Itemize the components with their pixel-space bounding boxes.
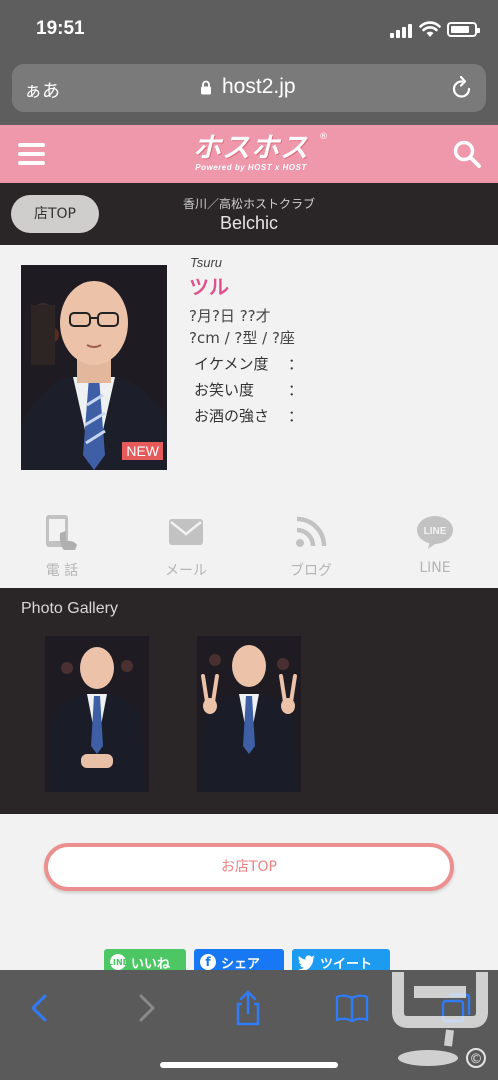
contact-phone-button[interactable]: 電 話 — [17, 510, 107, 580]
stat-sake: お酒の強さ ： — [194, 405, 303, 426]
share-icon[interactable] — [230, 990, 266, 1026]
twitter-tweet-label: ツイート — [320, 956, 373, 972]
rss-icon — [296, 516, 327, 547]
photo-gallery: Photo Gallery — [0, 588, 498, 814]
watermark-copyright: © — [470, 1052, 483, 1067]
status-time: 19:51 — [36, 18, 85, 39]
line-like-label: いいね — [131, 956, 171, 972]
phone-icon — [46, 515, 77, 550]
contact-label: 電 話 — [45, 563, 79, 579]
stat-label: お酒の強さ — [194, 407, 270, 425]
twitter-bird-icon — [298, 954, 315, 970]
facebook-share-label: シェア — [221, 956, 261, 972]
gallery-photo[interactable] — [45, 636, 149, 792]
shop-top-link-button[interactable]: お店TOP — [44, 843, 454, 891]
wifi-icon — [419, 21, 441, 37]
logo-text: ホスホス — [192, 131, 309, 164]
host-birthday-age: ?月?日 ??才 — [189, 307, 271, 325]
host-portrait — [21, 265, 167, 470]
contact-line-button[interactable]: LINE LINE — [390, 510, 480, 576]
mail-icon — [169, 519, 203, 545]
stat-ikemen: イケメン度 ： — [194, 353, 303, 374]
home-indicator — [160, 1062, 338, 1068]
stat-colon: ： — [288, 355, 304, 373]
line-icon: LINE — [417, 516, 453, 549]
reload-icon[interactable] — [450, 75, 474, 101]
host-name-roman: Tsuru — [190, 255, 223, 270]
host-body-info: ?cm / ?型 / ?座 — [189, 329, 295, 347]
stat-label: お笑い度 — [194, 381, 255, 399]
contact-label: LINE — [419, 560, 451, 576]
menu-icon[interactable] — [18, 143, 45, 165]
contact-blog-button[interactable]: ブログ — [266, 510, 356, 580]
host-photo[interactable]: NEW — [21, 265, 167, 470]
url-text[interactable]: host2.jp — [222, 75, 296, 99]
host-name: ツル — [189, 275, 229, 299]
shop-name[interactable]: Belchic — [0, 213, 498, 234]
search-icon[interactable] — [452, 139, 482, 169]
gallery-title: Photo Gallery — [21, 600, 118, 617]
contact-mail-button[interactable]: メール — [141, 510, 231, 580]
stat-label: イケメン度 — [194, 355, 269, 373]
shop-bar: 店TOP 香川／高松ホストクラブ Belchic — [0, 183, 498, 245]
contact-label: メール — [165, 563, 207, 579]
line-share-icon-text: LINE — [107, 957, 129, 967]
watermark-logo: © — [392, 972, 488, 1068]
back-icon[interactable] — [22, 990, 58, 1026]
gallery-photo[interactable] — [197, 636, 301, 792]
site-header: ホスホス Powered by HOST x HOST ® — [0, 125, 498, 183]
address-bar[interactable]: ぁあ host2.jp — [12, 64, 486, 112]
cellular-signal-icon — [390, 22, 414, 38]
stat-owarai: お笑い度 ： — [194, 379, 303, 400]
line-icon-text: LINE — [424, 526, 447, 537]
gallery-photo-image — [45, 636, 149, 792]
bookmarks-icon[interactable] — [334, 990, 370, 1026]
stat-colon: ： — [288, 381, 304, 399]
contact-label: ブログ — [290, 563, 332, 579]
facebook-icon: f — [200, 954, 216, 970]
forward-icon[interactable] — [128, 990, 164, 1026]
line-share-icon: LINE — [107, 954, 129, 970]
lock-icon — [201, 80, 211, 95]
site-logo[interactable]: ホスホス Powered by HOST x HOST ® — [176, 131, 328, 176]
host-profile: NEW Tsuru ツル ?月?日 ??才 ?cm / ?型 / ?座 イケメン… — [0, 245, 498, 588]
reader-text-size-button[interactable]: ぁあ — [24, 77, 60, 103]
browser-chrome: 19:51 ぁあ host2.jp — [0, 0, 498, 125]
new-badge: NEW — [122, 442, 163, 460]
stat-colon: ： — [288, 407, 304, 425]
contact-row: 電 話 メール ブログ LINE LINE — [0, 510, 498, 588]
gallery-photo-image — [197, 636, 301, 792]
logo-subtext: Powered by HOST x HOST — [195, 163, 307, 172]
logo-registered-mark: ® — [319, 132, 328, 142]
battery-icon — [447, 22, 480, 37]
shop-area: 香川／高松ホストクラブ — [182, 197, 315, 211]
